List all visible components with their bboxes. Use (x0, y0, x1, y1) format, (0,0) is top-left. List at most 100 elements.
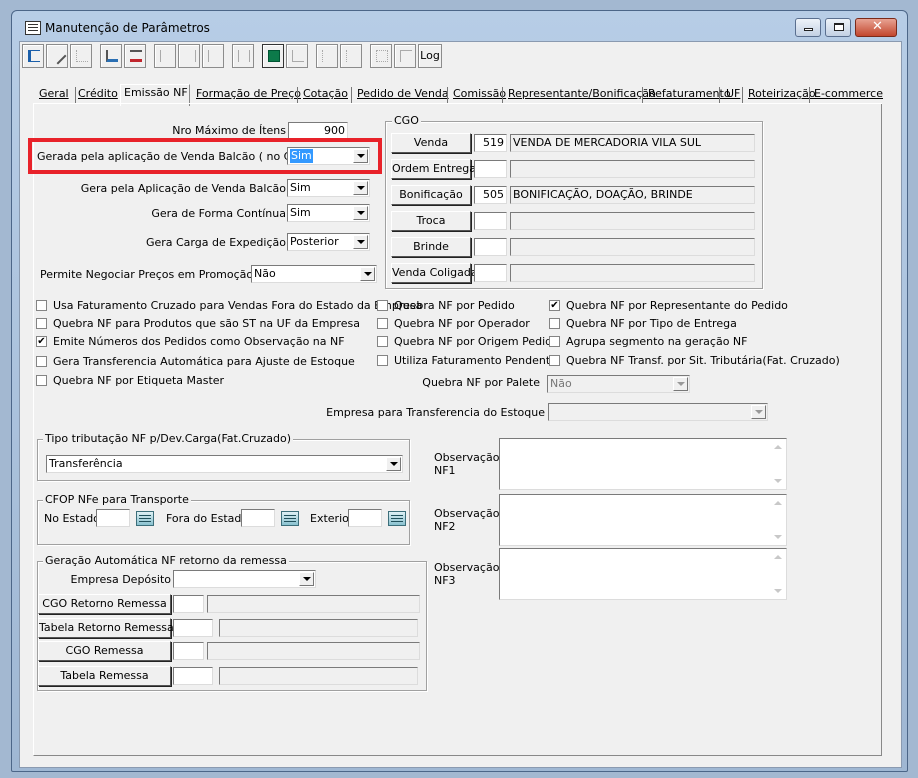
confirm-button[interactable] (178, 44, 200, 68)
check-col1-0-checkbox[interactable] (36, 300, 47, 311)
gerada-balcao-select[interactable]: Sim (287, 147, 370, 165)
edit-button[interactable] (46, 44, 68, 68)
geracao-0-button[interactable]: CGO Retorno Remessa (38, 594, 171, 614)
check-col2-2-checkbox[interactable] (377, 336, 388, 347)
tab-5[interactable]: Pedido de Venda (354, 86, 449, 104)
cgo-0-code-input[interactable]: 519 (474, 134, 507, 152)
import-button[interactable] (100, 44, 122, 68)
cgo-2-button[interactable]: Bonificação (391, 185, 471, 205)
observacao-1-scrollbar[interactable] (771, 440, 785, 488)
check-col2-1-checkbox[interactable] (377, 318, 388, 329)
tree-collapse-button[interactable] (340, 44, 362, 68)
cgo-1-code-input[interactable] (474, 160, 507, 178)
empresa-deposito-select[interactable] (173, 570, 316, 588)
check-col2-0-checkbox[interactable] (377, 300, 388, 311)
chevron-down-icon[interactable] (353, 235, 368, 249)
tab-1[interactable]: Crédito (75, 86, 118, 104)
geracao-3-code-input[interactable] (173, 667, 213, 685)
forma-continua-select[interactable]: Sim (287, 204, 370, 222)
tributacao-select[interactable]: Transferência (46, 455, 403, 473)
app-icon[interactable] (25, 21, 41, 35)
cgo-3-code-input[interactable] (474, 212, 507, 230)
cgo-4-code-input[interactable] (474, 238, 507, 256)
chart-button[interactable] (286, 44, 308, 68)
check-col1-1-checkbox[interactable] (36, 318, 47, 329)
observacao-3-scrollbar[interactable] (771, 550, 785, 598)
observacao-2-textarea[interactable] (499, 494, 787, 546)
title-bar[interactable]: Manutenção de Parâmetros ✕ (12, 11, 907, 41)
observacao-1-textarea[interactable] (499, 438, 787, 490)
check-col2-3-checkbox[interactable] (377, 355, 388, 366)
grid-button[interactable] (262, 44, 284, 68)
tab-11[interactable]: E-commerce (811, 86, 883, 104)
check-col1-2-checkbox[interactable]: ✔ (36, 336, 47, 347)
geracao-1-code-input[interactable] (173, 619, 213, 637)
observacao-3-textarea[interactable] (499, 548, 787, 600)
geracao-2-code-input[interactable] (173, 642, 204, 660)
chevron-down-icon[interactable] (353, 149, 368, 163)
cgo-5-button[interactable]: Venda Coligada (391, 263, 478, 283)
tab-8[interactable]: Refaturamento (645, 86, 731, 104)
cgo-4-button[interactable]: Brinde (391, 237, 471, 257)
gera-aplicacao-select[interactable]: Sim (287, 179, 370, 197)
check-col3-2-checkbox[interactable] (549, 336, 560, 347)
nro-maximo-label: Nro Máximo de Ítens (172, 124, 286, 137)
log-button[interactable]: Log (418, 44, 442, 68)
tab-6[interactable]: Comissão (450, 86, 506, 104)
chevron-down-icon[interactable] (353, 181, 368, 195)
close-button[interactable]: ✕ (855, 18, 897, 37)
flow-icon (400, 50, 412, 62)
chevron-down-icon[interactable] (299, 572, 314, 586)
tab-0[interactable]: Geral (36, 86, 76, 104)
check-col3-1-checkbox[interactable] (549, 318, 560, 329)
no-estado-table-icon[interactable] (136, 511, 154, 526)
no-estado-input[interactable] (96, 509, 130, 527)
negociar-precos-select[interactable]: Não (251, 265, 377, 283)
exterior-table-icon[interactable] (388, 511, 406, 526)
tab-label: Pedido de Venda (357, 87, 449, 100)
cgo-0-button[interactable]: Venda (391, 133, 471, 153)
geracao-1-button[interactable]: Tabela Retorno Remessa (38, 618, 174, 638)
exterior-input[interactable] (348, 509, 382, 527)
fora-estado-input[interactable] (241, 509, 275, 527)
chevron-down-icon[interactable] (353, 206, 368, 220)
check-col1-4-checkbox[interactable] (36, 375, 47, 386)
pause-button[interactable] (232, 44, 254, 68)
cgo-5-code-input[interactable] (474, 264, 507, 282)
carga-expedicao-select[interactable]: Posterior (287, 233, 370, 251)
separator-button[interactable] (202, 44, 224, 68)
tree-expand-button[interactable] (316, 44, 338, 68)
check-col3-3-checkbox[interactable] (549, 355, 560, 366)
exit-button[interactable] (22, 44, 44, 68)
chevron-down-icon[interactable] (360, 267, 375, 281)
tab-3[interactable]: Formação de Preço (193, 86, 301, 104)
geracao-0-code-input[interactable] (173, 595, 204, 613)
tab-10[interactable]: Roteirização (745, 86, 816, 104)
geracao-2-button[interactable]: CGO Remessa (38, 641, 171, 661)
tab-7[interactable]: Representante/Bonificação (505, 86, 656, 104)
check-col3-0-checkbox[interactable]: ✔ (549, 300, 560, 311)
minimize-button[interactable] (795, 18, 821, 37)
tab-separator (447, 87, 448, 103)
chevron-down-icon[interactable] (751, 405, 766, 419)
network-button[interactable] (370, 44, 392, 68)
fora-estado-table-icon[interactable] (281, 511, 299, 526)
print-button[interactable] (124, 44, 146, 68)
empresa-transferencia-select[interactable] (548, 403, 768, 421)
quebra-palete-select[interactable]: Não (547, 375, 690, 393)
tree-button[interactable] (70, 44, 92, 68)
maximize-button[interactable] (825, 18, 851, 37)
first-record-button[interactable] (154, 44, 176, 68)
tab-9[interactable]: UF (723, 86, 743, 104)
observacao-2-scrollbar[interactable] (771, 496, 785, 544)
cgo-3-button[interactable]: Troca (391, 211, 471, 231)
tab-4[interactable]: Cotação (300, 86, 352, 104)
flow-button[interactable] (394, 44, 416, 68)
chevron-down-icon[interactable] (386, 457, 401, 471)
cgo-1-button[interactable]: Ordem Entrega (391, 159, 476, 179)
chevron-down-icon[interactable] (673, 377, 688, 391)
cgo-2-code-input[interactable]: 505 (474, 186, 507, 204)
geracao-3-button[interactable]: Tabela Remessa (38, 666, 171, 686)
nro-maximo-input[interactable]: 900 (288, 122, 348, 139)
check-col1-3-checkbox[interactable] (36, 356, 47, 367)
